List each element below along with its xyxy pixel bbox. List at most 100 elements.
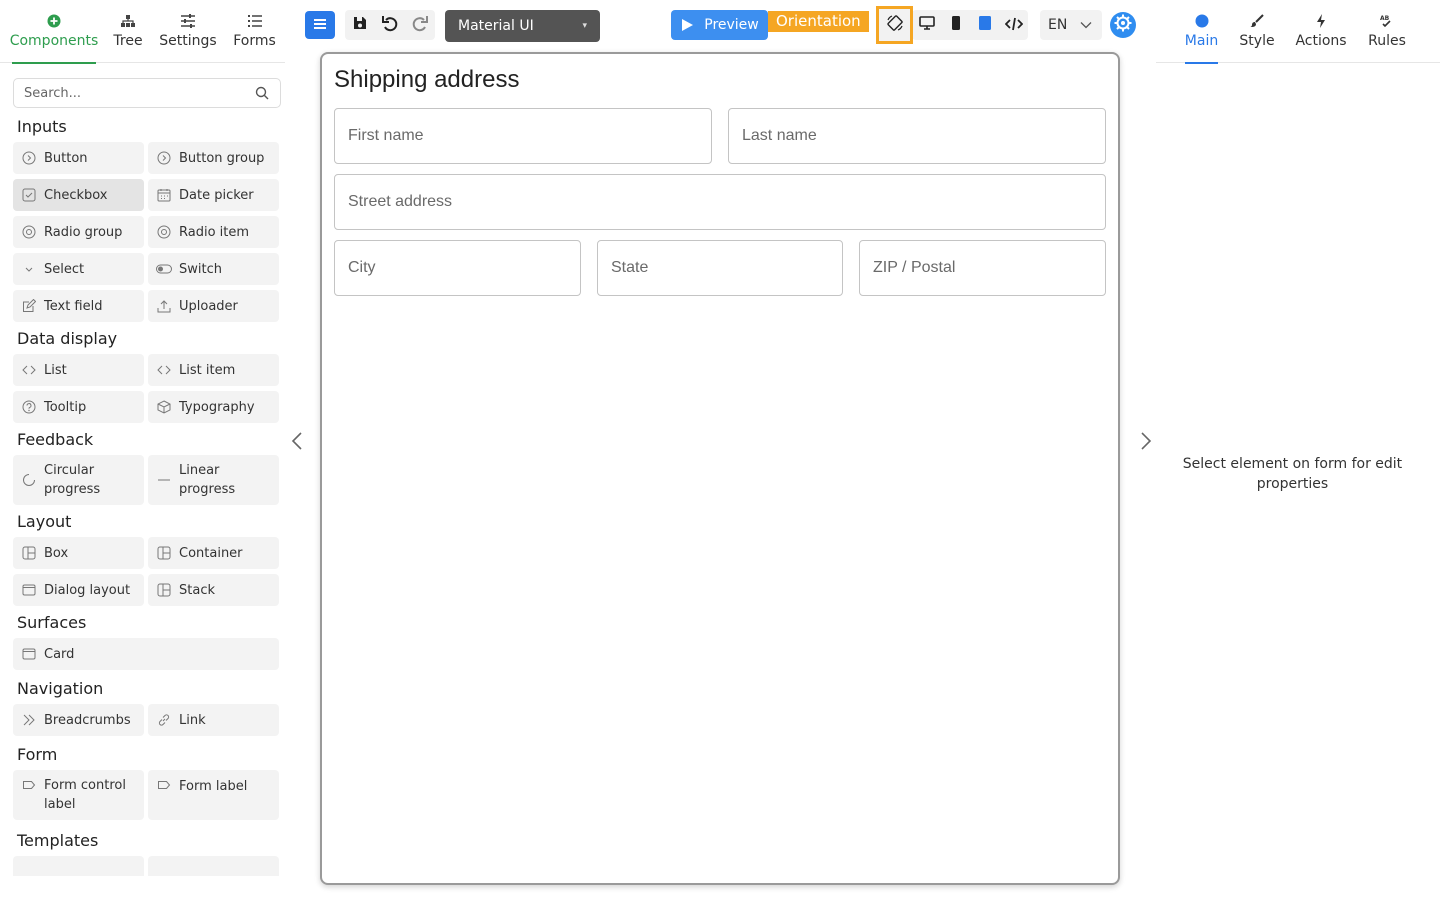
- city-field[interactable]: [334, 240, 581, 296]
- tab-label: Forms: [233, 33, 276, 49]
- street-address-input[interactable]: [348, 193, 1105, 211]
- component-checkbox[interactable]: Checkbox: [13, 179, 144, 211]
- window-icon: [21, 646, 37, 662]
- save-button[interactable]: [345, 10, 375, 40]
- search-input[interactable]: [24, 85, 254, 101]
- search-icon[interactable]: [254, 85, 270, 101]
- component-switch[interactable]: Switch: [148, 253, 279, 285]
- dot-icon: [1195, 11, 1209, 31]
- component-circular-progress[interactable]: Circular progress: [13, 455, 144, 505]
- tab-main[interactable]: Main: [1184, 0, 1219, 64]
- undo-icon: [381, 14, 399, 36]
- caret-down-icon: ▾: [582, 21, 587, 31]
- component-label: Date picker: [179, 187, 254, 203]
- component-label: Select: [44, 261, 85, 277]
- component-uploader[interactable]: Uploader: [148, 290, 279, 322]
- tab-settings[interactable]: Settings: [148, 0, 228, 63]
- monitor-icon: [918, 15, 935, 35]
- circular-progress-icon: [21, 472, 37, 488]
- desktop-view-button[interactable]: [912, 10, 941, 40]
- component-button-group[interactable]: Button group: [148, 142, 279, 174]
- component-text-field[interactable]: Text field: [13, 290, 144, 322]
- tag-icon: [21, 777, 37, 793]
- redo-button[interactable]: [405, 10, 435, 40]
- code-view-button[interactable]: [999, 10, 1028, 40]
- component-list-item[interactable]: List item: [148, 354, 279, 386]
- component-dialog-layout[interactable]: Dialog layout: [13, 574, 144, 606]
- svg-text:AB: AB: [1380, 15, 1390, 22]
- chevron-left-icon: [291, 431, 303, 455]
- component-container[interactable]: Container: [148, 537, 279, 569]
- first-name-input[interactable]: [348, 127, 711, 145]
- preview-button[interactable]: Preview: [671, 10, 768, 40]
- chevron-right-icon: [1140, 431, 1152, 455]
- ui-library-select[interactable]: Material UI ▾: [445, 10, 600, 42]
- tablet-view-button[interactable]: [970, 10, 999, 40]
- play-icon: [680, 18, 694, 32]
- component-list[interactable]: List: [13, 354, 144, 386]
- component-label: Button group: [179, 150, 265, 166]
- left-panel: Components Tree Settings Forms In: [0, 0, 290, 900]
- menu-button[interactable]: [305, 11, 335, 39]
- tablet-icon: [978, 15, 992, 35]
- orientation-tooltip: Orientation: [768, 11, 869, 32]
- tab-forms[interactable]: Forms: [228, 0, 281, 63]
- gear-icon: [1113, 13, 1133, 37]
- layout-icon: [156, 545, 172, 561]
- component-stack[interactable]: Stack: [148, 574, 279, 606]
- component-box[interactable]: Box: [13, 537, 144, 569]
- zip-input[interactable]: [873, 259, 1105, 277]
- tab-style[interactable]: Style: [1239, 0, 1275, 63]
- component-form-label[interactable]: Form label: [148, 770, 279, 820]
- first-name-field[interactable]: [334, 108, 712, 164]
- collapse-left-button[interactable]: [287, 432, 307, 454]
- preview-label: Preview: [704, 17, 759, 33]
- cube-icon: [156, 399, 172, 415]
- form-canvas[interactable]: Shipping address: [320, 52, 1120, 885]
- phone-view-button[interactable]: [941, 10, 970, 40]
- component-typography[interactable]: Typography: [148, 391, 279, 423]
- component-linear-progress[interactable]: Linear progress: [148, 455, 279, 505]
- component-link[interactable]: Link: [148, 704, 279, 736]
- tab-components[interactable]: Components: [0, 0, 108, 64]
- tab-tree[interactable]: Tree: [108, 0, 148, 63]
- collapse-right-button[interactable]: [1136, 432, 1156, 454]
- component-date-picker[interactable]: Date picker: [148, 179, 279, 211]
- section-title-templates: Templates: [17, 831, 99, 850]
- state-field[interactable]: [597, 240, 843, 296]
- phone-icon: [950, 15, 962, 35]
- component-label: Tooltip: [44, 399, 87, 415]
- component-breadcrumbs[interactable]: Breadcrumbs: [13, 704, 144, 736]
- double-chevron-icon: [21, 712, 37, 728]
- component-select[interactable]: Select: [13, 253, 144, 285]
- component-label: List: [44, 362, 67, 378]
- tab-actions[interactable]: Actions: [1295, 0, 1347, 63]
- component-search[interactable]: [13, 78, 281, 108]
- orientation-button[interactable]: [876, 6, 913, 44]
- component-card[interactable]: Card: [13, 638, 279, 670]
- template-item[interactable]: [148, 856, 279, 876]
- spellcheck-icon: AB: [1379, 11, 1395, 31]
- state-input[interactable]: [611, 259, 842, 277]
- component-radio-group[interactable]: Radio group: [13, 216, 144, 248]
- tab-rules[interactable]: AB Rules: [1368, 0, 1406, 63]
- zip-field[interactable]: [859, 240, 1106, 296]
- last-name-field[interactable]: [728, 108, 1106, 164]
- plus-circle-icon: [47, 11, 61, 31]
- language-select[interactable]: EN: [1040, 10, 1102, 40]
- last-name-input[interactable]: [742, 127, 1105, 145]
- tab-label: Rules: [1368, 33, 1406, 49]
- undo-button[interactable]: [375, 10, 405, 40]
- component-radio-item[interactable]: Radio item: [148, 216, 279, 248]
- component-form-control-label[interactable]: Form control label: [13, 770, 144, 820]
- template-item[interactable]: [13, 856, 144, 876]
- right-tabs: Main Style Actions AB Rules: [1156, 0, 1440, 64]
- theme-button[interactable]: [1110, 12, 1136, 38]
- component-button[interactable]: Button: [13, 142, 144, 174]
- link-icon: [156, 712, 172, 728]
- tab-label: Main: [1184, 33, 1219, 49]
- city-input[interactable]: [348, 259, 580, 277]
- component-tooltip[interactable]: Tooltip: [13, 391, 144, 423]
- street-address-field[interactable]: [334, 174, 1106, 230]
- checkbox-icon: [21, 187, 37, 203]
